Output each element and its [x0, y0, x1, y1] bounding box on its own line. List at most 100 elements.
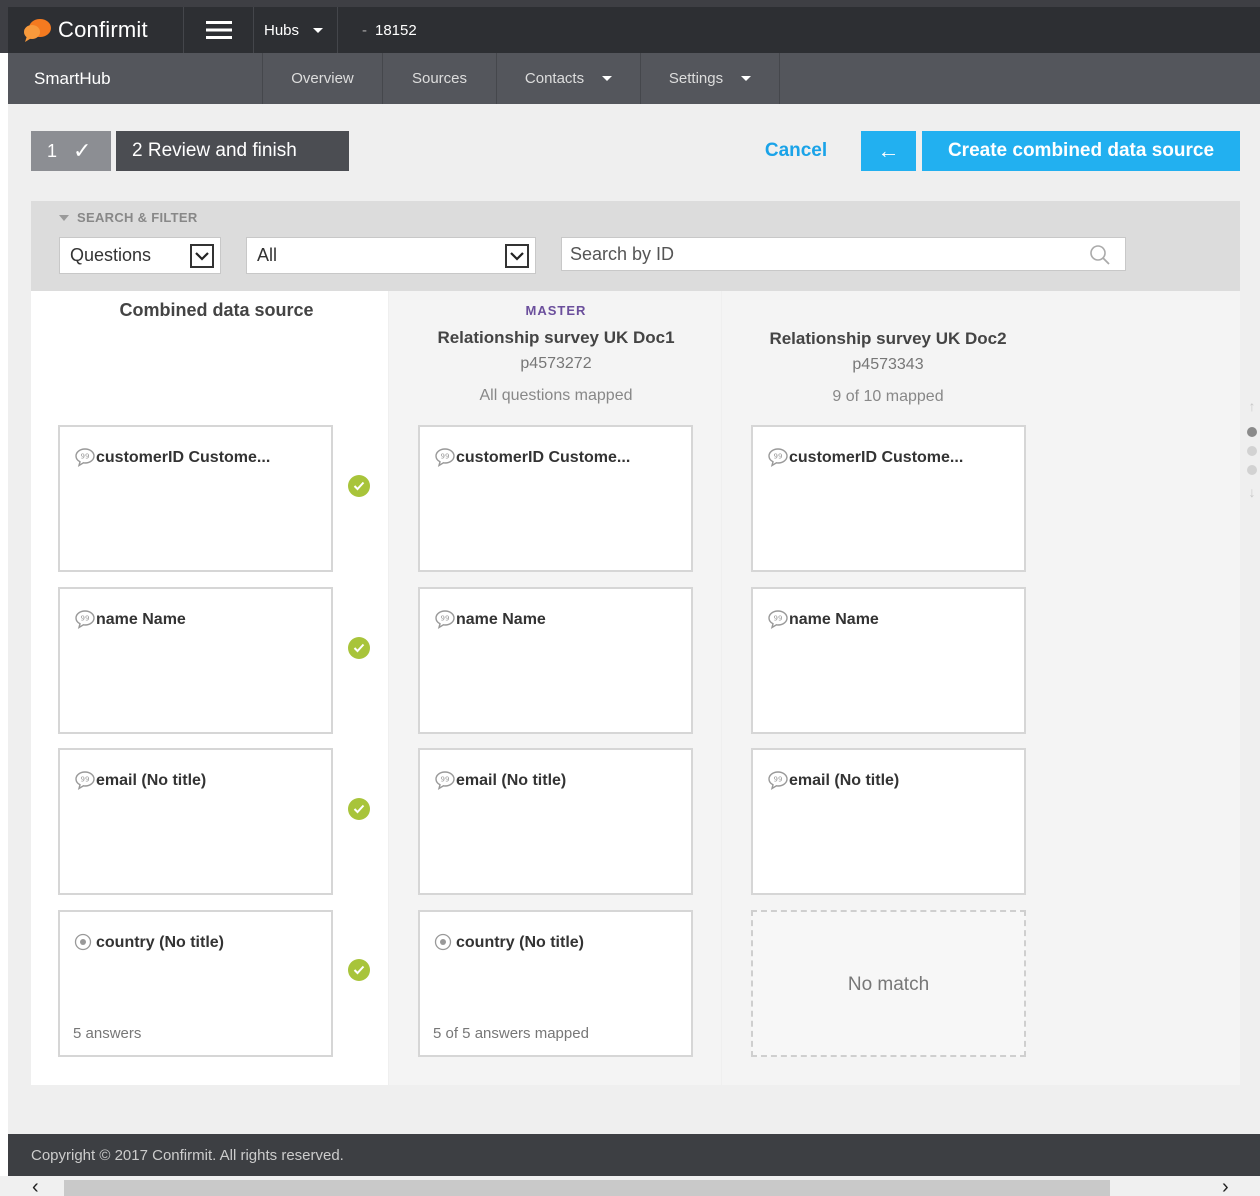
search-filter-toggle[interactable]: SEARCH & FILTER — [59, 210, 198, 225]
checkmark-icon: ✓ — [73, 138, 92, 163]
card-footer: 5 of 5 answers mapped — [433, 1025, 589, 1042]
speech-bubble-icon: 99 — [434, 609, 456, 629]
logo-text: Confirmit — [58, 17, 148, 42]
doc1-card-email[interactable]: 99 email (No title) — [418, 748, 693, 895]
card-footer: 5 answers — [73, 1025, 142, 1042]
combined-card-country[interactable]: country (No title) 5 answers — [58, 910, 333, 1057]
card-label: customerID Custome... — [789, 449, 964, 466]
smarthub-brand[interactable]: SmartHub — [8, 53, 262, 104]
wizard-step-1[interactable]: 1 ✓ — [31, 131, 111, 171]
svg-text:99: 99 — [81, 453, 90, 461]
svg-text:99: 99 — [441, 615, 450, 623]
caret-down-icon — [741, 76, 752, 81]
doc2-card-customerid[interactable]: 99 customerID Custome... — [751, 425, 1026, 572]
scope-select[interactable]: All — [246, 237, 536, 274]
doc2-id: p4573343 — [852, 356, 924, 373]
card-label: email (No title) — [96, 772, 207, 789]
type-select-value: Questions — [70, 245, 152, 265]
search-filter-title: SEARCH & FILTER — [77, 210, 198, 225]
caret-down-icon — [602, 76, 613, 81]
wizard-step-2[interactable]: 2 Review and finish — [116, 131, 349, 171]
step-2-label: 2 Review and finish — [132, 140, 297, 161]
scrollbar-thumb[interactable] — [64, 1180, 1110, 1196]
nav-settings[interactable]: Settings — [640, 53, 780, 104]
nav-sources[interactable]: Sources — [382, 53, 496, 104]
check-circle-icon — [348, 798, 370, 820]
doc1-header: MASTER Relationship survey UK Doc1 p4573… — [420, 303, 692, 405]
svg-text:99: 99 — [774, 453, 783, 461]
doc2-title: Relationship survey UK Doc2 — [769, 329, 1007, 348]
doc1-card-name[interactable]: 99 name Name — [418, 587, 693, 734]
cancel-button[interactable]: Cancel — [746, 131, 846, 171]
top-bar: Confirmit Hubs - 18152 — [0, 0, 1260, 53]
check-circle-icon — [348, 959, 370, 981]
card-label: email (No title) — [789, 772, 900, 789]
hub-separator: - — [362, 21, 367, 39]
speech-bubble-icon: 99 — [74, 447, 96, 467]
doc1-title: Relationship survey UK Doc1 — [437, 328, 675, 347]
doc1-card-country[interactable]: country (No title) 5 of 5 answers mapped — [418, 910, 693, 1057]
nav-contacts[interactable]: Contacts — [496, 53, 640, 104]
scroll-left-icon[interactable]: ‹ — [32, 1176, 39, 1196]
pager-dot[interactable] — [1247, 465, 1257, 475]
combined-card-name[interactable]: 99 name Name — [58, 587, 333, 734]
hubs-label: Hubs — [264, 21, 300, 39]
radio-icon — [434, 932, 456, 952]
triangle-down-icon — [59, 214, 69, 221]
arrow-down-icon[interactable]: ↓ — [1245, 484, 1259, 504]
back-button[interactable]: ← — [861, 131, 916, 171]
arrow-left-icon: ← — [877, 138, 900, 163]
search-input[interactable]: Search by ID — [561, 237, 1126, 271]
nav-sources-label: Sources — [411, 70, 468, 87]
doc2-status: 9 of 10 mapped — [832, 388, 944, 405]
speech-bubble-icon: 99 — [434, 770, 456, 790]
doc2-card-email[interactable]: 99 email (No title) — [751, 748, 1026, 895]
doc2-card-no-match[interactable]: No match — [751, 910, 1026, 1057]
doc2-header: Relationship survey UK Doc2 p4573343 9 o… — [752, 329, 1024, 406]
card-label: country (No title) — [456, 934, 584, 951]
nav-contacts-label: Contacts — [524, 70, 585, 87]
nav-bar: SmartHub Overview Sources Contacts Setti… — [8, 53, 1260, 104]
type-select[interactable]: Questions — [59, 237, 221, 274]
speech-bubble-icon: 99 — [767, 609, 789, 629]
copyright-text: Copyright © 2017 Confirmit. All rights r… — [31, 1146, 344, 1164]
menu-button[interactable] — [184, 7, 254, 53]
step-1-number: 1 — [47, 140, 58, 161]
search-icon[interactable] — [1089, 244, 1111, 266]
radio-icon — [74, 932, 96, 952]
footer: Copyright © 2017 Confirmit. All rights r… — [8, 1134, 1260, 1176]
logo[interactable]: Confirmit — [8, 7, 184, 53]
arrow-up-icon[interactable]: ↑ — [1245, 398, 1259, 418]
hamburger-icon — [205, 21, 232, 39]
card-label: email (No title) — [456, 772, 567, 789]
card-label: name Name — [96, 611, 186, 628]
doc2-card-name[interactable]: 99 name Name — [751, 587, 1026, 734]
speech-bubble-icon: 99 — [767, 770, 789, 790]
pager-dot[interactable] — [1247, 446, 1257, 456]
card-label: customerID Custome... — [456, 449, 631, 466]
speech-bubble-icon: 99 — [767, 447, 789, 467]
card-label: name Name — [789, 611, 879, 628]
doc1-card-customerid[interactable]: 99 customerID Custome... — [418, 425, 693, 572]
check-circle-icon — [348, 475, 370, 497]
nav-overview[interactable]: Overview — [262, 53, 382, 104]
combined-card-email[interactable]: 99 email (No title) — [58, 748, 333, 895]
master-badge: MASTER — [525, 303, 587, 318]
hubs-dropdown[interactable]: Hubs — [254, 7, 338, 53]
confirmit-logo-icon — [22, 17, 52, 43]
card-label: name Name — [456, 611, 546, 628]
chevron-down-icon — [190, 244, 214, 268]
svg-text:99: 99 — [441, 453, 450, 461]
combined-card-customerid[interactable]: 99 customerID Custome... — [58, 425, 333, 572]
horizontal-scrollbar[interactable]: ‹ › — [0, 1176, 1260, 1196]
svg-text:99: 99 — [441, 776, 450, 784]
scroll-right-icon[interactable]: › — [1222, 1176, 1229, 1196]
pager-dot[interactable] — [1247, 427, 1257, 437]
doc1-status: All questions mapped — [479, 387, 633, 404]
svg-text:99: 99 — [774, 615, 783, 623]
caret-down-icon — [313, 27, 324, 33]
nav-overview-label: Overview — [291, 70, 354, 87]
speech-bubble-icon: 99 — [74, 609, 96, 629]
no-match-label: No match — [847, 974, 930, 995]
create-combined-data-source-button[interactable]: Create combined data source — [922, 131, 1240, 171]
